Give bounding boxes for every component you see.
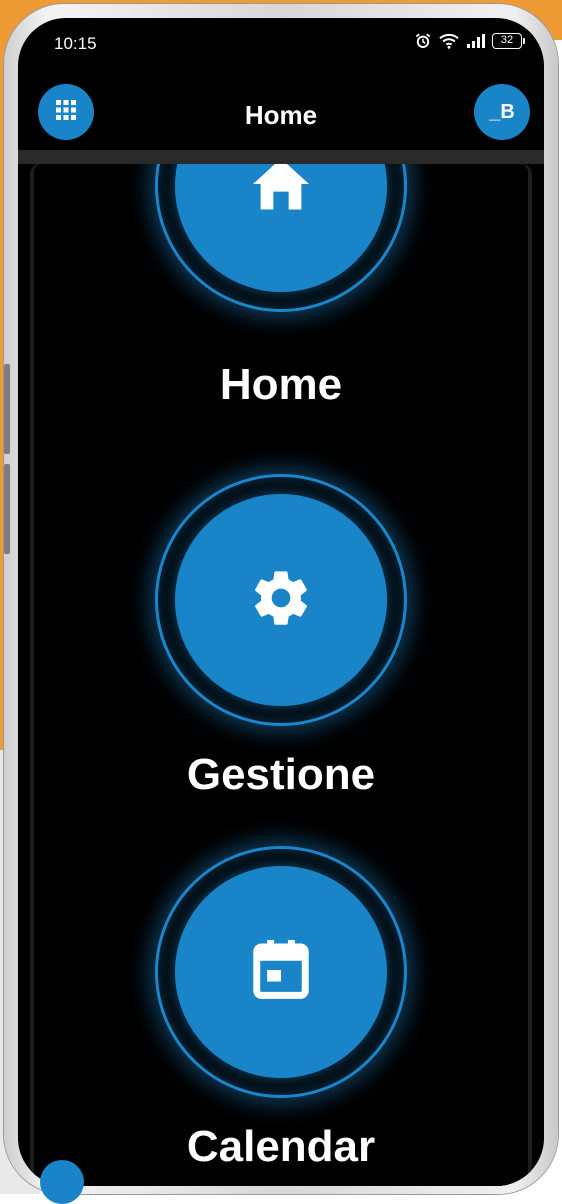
signal-icon: [466, 33, 486, 49]
volume-button: [4, 364, 10, 454]
floating-action-button[interactable]: [40, 1160, 84, 1204]
home-tile-label[interactable]: Home: [34, 360, 528, 410]
status-bar: 10:15 32: [18, 18, 544, 68]
calendar-tile-button[interactable]: [175, 866, 387, 1078]
phone-screen: 10:15 32 Home _B Home Gestione Calendar: [18, 18, 544, 1186]
gestione-tile-label[interactable]: Gestione: [34, 750, 528, 800]
wifi-icon: [438, 32, 460, 50]
phone-frame: 10:15 32 Home _B Home Gestione Calendar: [4, 4, 558, 1194]
alarm-icon: [414, 32, 432, 50]
page-title: Home: [244, 100, 318, 130]
menu-list: Home Gestione Calendar: [34, 164, 528, 1186]
user-avatar-button[interactable]: _B: [474, 84, 530, 140]
app-bar-divider: [18, 150, 544, 164]
power-button: [4, 464, 10, 554]
status-time: 10:15: [54, 34, 97, 53]
calendar-tile-label[interactable]: Calendar: [34, 1122, 528, 1172]
calendar-icon: [253, 939, 309, 1005]
gestione-tile-button[interactable]: [175, 494, 387, 706]
gear-icon: [249, 566, 313, 635]
app-bar: Home _B: [18, 74, 544, 150]
status-icons: 32: [414, 32, 525, 50]
home-icon: [250, 164, 312, 217]
battery-icon: 32: [492, 33, 525, 49]
